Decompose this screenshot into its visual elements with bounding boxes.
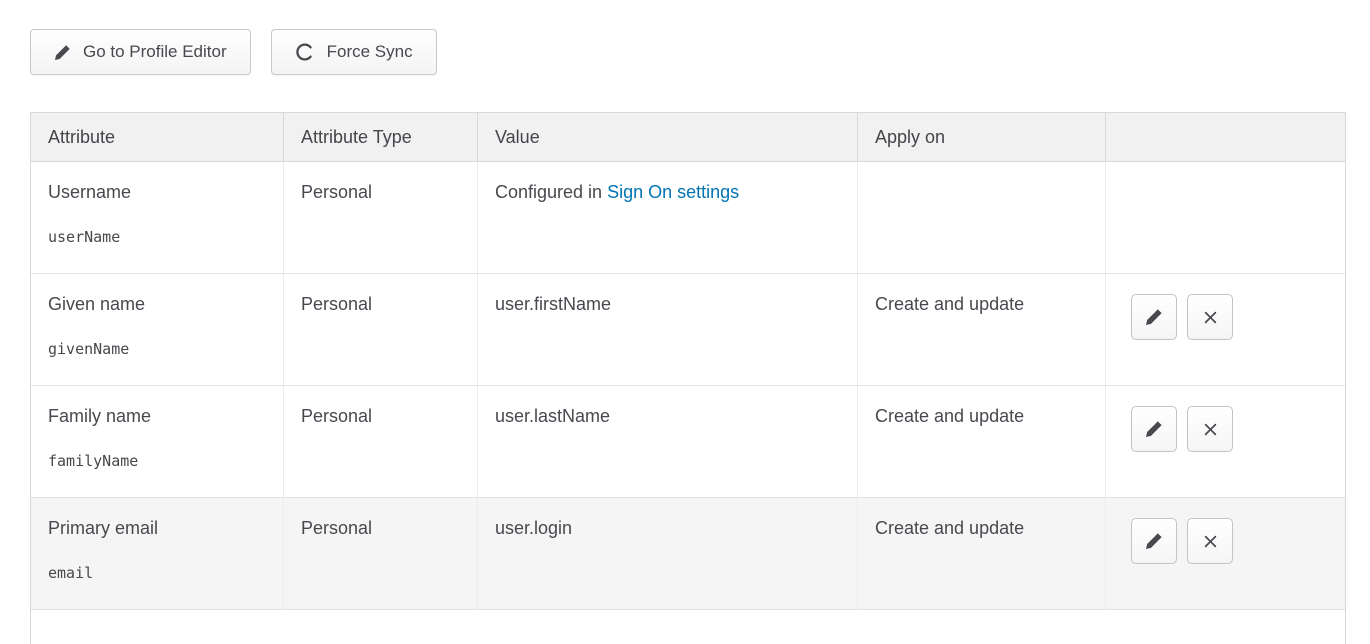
- table-header-row: Attribute Attribute Type Value Apply on: [31, 113, 1345, 162]
- force-sync-label: Force Sync: [327, 42, 413, 62]
- actions-cell: [1106, 386, 1345, 498]
- value-cell: user.lastName: [478, 386, 858, 498]
- table-row-username: Username userName Personal Configured in…: [31, 162, 1345, 274]
- row-actions: [1131, 406, 1329, 452]
- row-actions: [1131, 518, 1329, 564]
- value-cell: user.login: [478, 498, 858, 610]
- column-header-value: Value: [478, 113, 858, 162]
- attribute-type-cell: Personal: [284, 274, 478, 386]
- attribute-mapping-table: Attribute Attribute Type Value Apply on …: [30, 112, 1346, 644]
- attribute-type-cell: Personal: [284, 162, 478, 274]
- attribute-label: Family name: [48, 406, 266, 427]
- column-header-attribute: Attribute: [31, 113, 284, 162]
- attribute-variable: familyName: [48, 452, 266, 470]
- attribute-variable: email: [48, 564, 266, 582]
- actions-cell: [1106, 274, 1345, 386]
- sign-on-settings-link[interactable]: Sign On settings: [607, 182, 739, 202]
- attribute-cell: Username userName: [31, 162, 284, 274]
- x-icon: [1202, 421, 1219, 438]
- attribute-cell: Given name givenName: [31, 274, 284, 386]
- table-row-given-name: Given name givenName Personal user.first…: [31, 274, 1345, 386]
- apply-on-cell: Create and update: [858, 274, 1106, 386]
- row-actions: [1131, 294, 1329, 340]
- apply-on-cell: Create and update: [858, 386, 1106, 498]
- empty-cell: [31, 610, 1345, 644]
- table-row-primary-email: Primary email email Personal user.login …: [31, 498, 1345, 610]
- pencil-icon: [1145, 532, 1163, 550]
- attribute-type-cell: Personal: [284, 386, 478, 498]
- attribute-cell: Family name familyName: [31, 386, 284, 498]
- actions-cell: [1106, 498, 1345, 610]
- delete-mapping-button[interactable]: [1187, 294, 1233, 340]
- apply-on-cell: Create and update: [858, 498, 1106, 610]
- table-row-empty: [31, 610, 1345, 644]
- delete-mapping-button[interactable]: [1187, 518, 1233, 564]
- edit-mapping-button[interactable]: [1131, 294, 1177, 340]
- attribute-variable: userName: [48, 228, 266, 246]
- toolbar: Go to Profile Editor Force Sync: [30, 29, 1344, 75]
- value-cell: user.firstName: [478, 274, 858, 386]
- attribute-label: Primary email: [48, 518, 266, 539]
- pencil-icon: [1145, 308, 1163, 326]
- refresh-icon: [295, 42, 315, 62]
- table-row-family-name: Family name familyName Personal user.las…: [31, 386, 1345, 498]
- x-icon: [1202, 533, 1219, 550]
- edit-mapping-button[interactable]: [1131, 518, 1177, 564]
- attribute-variable: givenName: [48, 340, 266, 358]
- x-icon: [1202, 309, 1219, 326]
- column-header-apply-on: Apply on: [858, 113, 1106, 162]
- column-header-attribute-type: Attribute Type: [284, 113, 478, 162]
- actions-cell: [1106, 162, 1345, 274]
- attribute-type-cell: Personal: [284, 498, 478, 610]
- go-to-profile-editor-button[interactable]: Go to Profile Editor: [30, 29, 251, 75]
- attribute-label: Username: [48, 182, 266, 203]
- pencil-icon: [54, 44, 71, 61]
- apply-on-cell: [858, 162, 1106, 274]
- attribute-cell: Primary email email: [31, 498, 284, 610]
- force-sync-button[interactable]: Force Sync: [271, 29, 437, 75]
- go-to-profile-editor-label: Go to Profile Editor: [83, 42, 227, 62]
- pencil-icon: [1145, 420, 1163, 438]
- attribute-label: Given name: [48, 294, 266, 315]
- column-header-actions: [1106, 113, 1345, 162]
- value-text: Configured in: [495, 182, 607, 202]
- delete-mapping-button[interactable]: [1187, 406, 1233, 452]
- edit-mapping-button[interactable]: [1131, 406, 1177, 452]
- attribute-mappings-panel: Go to Profile Editor Force Sync Attribut…: [0, 0, 1370, 644]
- value-cell: Configured in Sign On settings: [478, 162, 858, 274]
